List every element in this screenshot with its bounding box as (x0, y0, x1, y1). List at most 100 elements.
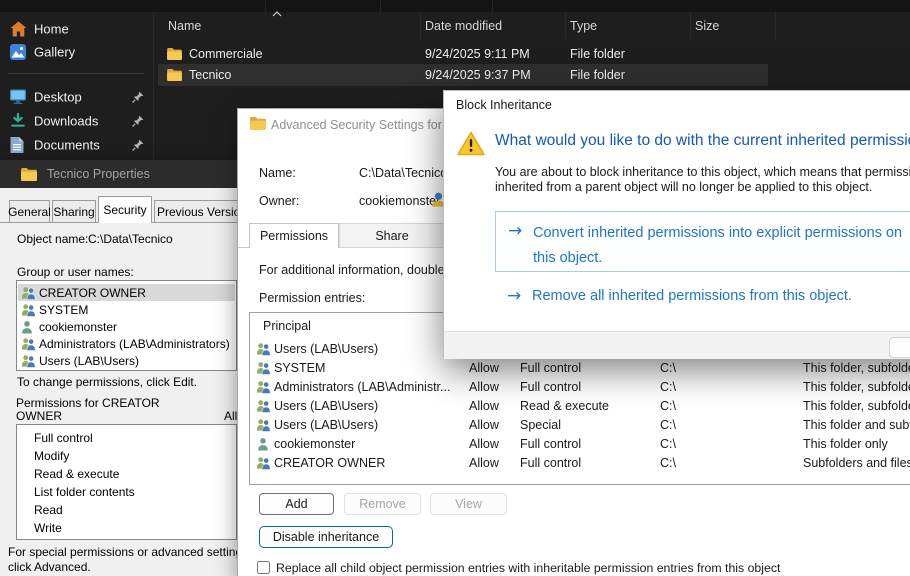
file-name: Commerciale (189, 47, 263, 61)
file-type: File folder (570, 68, 625, 82)
users-group-icon (256, 418, 271, 431)
tab-security[interactable]: Security (98, 196, 152, 223)
table-row[interactable]: Users (LAB\Users) Allow Read & execute C… (251, 396, 910, 415)
file-date: 9/24/2025 9:37 PM (425, 68, 531, 82)
block-dialog-body-line1: You are about to block inheritance to th… (495, 165, 910, 179)
permission-item[interactable]: Read (34, 503, 63, 517)
block-dialog-heading: What would you like to do with the curre… (495, 132, 910, 150)
properties-dialog: Tecnico Properties General Sharing Secur… (0, 160, 244, 576)
block-inheritance-dialog: Block Inheritance What would you like to… (443, 90, 910, 358)
table-row[interactable]: cookiemonster Allow Full control C:\ Thi… (251, 434, 910, 453)
permissions-for-label-line1: Permissions for CREATOR (16, 396, 160, 410)
file-row-commerciale[interactable]: Commerciale 9/24/2025 9:11 PM File folde… (158, 44, 768, 64)
gallery-icon (10, 44, 26, 60)
block-dialog-body-line2: inherited from a parent object will no l… (495, 180, 872, 194)
advanced-hint-line1: For special permissions or advanced sett… (8, 545, 251, 559)
table-header-principal[interactable]: Principal (263, 319, 311, 333)
table-row[interactable]: SYSTEM Allow Full control C:\ This folde… (251, 358, 910, 377)
file-date: 9/24/2025 9:11 PM (425, 47, 530, 61)
table-row[interactable]: Administrators (LAB\Administr... Allow F… (251, 377, 910, 396)
arrow-right-icon: → (507, 288, 521, 305)
list-item-administrators[interactable]: Administrators (LAB\Administrators) (18, 335, 235, 352)
users-group-icon (21, 337, 36, 350)
column-header-name[interactable]: Name (168, 19, 201, 33)
tab-share[interactable]: Share (339, 223, 445, 248)
folder-icon (21, 168, 37, 181)
users-group-icon (21, 303, 36, 316)
list-item-cookiemonster[interactable]: cookiemonster (18, 318, 235, 335)
permissions-for-label-line2: OWNER (16, 409, 62, 423)
file-name: Tecnico (189, 68, 231, 82)
folder-icon (167, 48, 182, 60)
single-user-icon (21, 320, 33, 333)
permission-item[interactable]: Read & execute (34, 467, 119, 481)
arrow-right-icon: → (508, 223, 522, 240)
table-row[interactable]: Users (LAB\Users) Allow Special C:\ This… (251, 415, 910, 434)
owner-value: cookiemonster (359, 194, 440, 208)
convert-permissions-command-link[interactable]: → Convert inherited permissions into exp… (495, 211, 910, 272)
block-dialog-title: Block Inheritance (456, 98, 552, 112)
pin-icon (132, 139, 144, 151)
file-row-tecnico[interactable]: Tecnico 9/24/2025 9:37 PM File folder (158, 64, 768, 86)
folder-icon (250, 117, 266, 130)
add-button[interactable]: Add (259, 493, 334, 515)
group-user-listbox: CREATOR OWNER SYSTEM cookiemonster Admin… (16, 280, 237, 371)
users-group-icon (21, 354, 36, 367)
desktop-icon (10, 90, 26, 105)
cancel-button[interactable]: Cancel (889, 337, 910, 358)
remove-permissions-command-link[interactable]: Remove all inherited permissions from th… (532, 288, 852, 304)
permission-item[interactable]: Write (34, 521, 62, 535)
sidebar-item-documents[interactable]: Documents (0, 134, 152, 156)
object-name-value: C:\Data\Tecnico (88, 232, 173, 246)
owner-label: Owner: (259, 194, 299, 208)
replace-child-permissions-checkbox[interactable] (257, 561, 270, 574)
users-group-icon (256, 380, 271, 393)
permission-item[interactable]: Special permissions (34, 538, 141, 540)
remove-button[interactable]: Remove (344, 493, 421, 515)
sidebar-item-home[interactable]: Home (0, 18, 152, 40)
pin-icon (132, 91, 144, 103)
view-button[interactable]: View (430, 493, 507, 515)
replace-checkbox-label: Replace all child object permission entr… (276, 561, 780, 575)
pin-icon (132, 115, 144, 127)
users-group-icon (256, 342, 271, 355)
edit-hint: To change permissions, click Edit. (17, 375, 197, 389)
disable-inheritance-button[interactable]: Disable inheritance (259, 526, 393, 548)
advanced-hint-line2: click Advanced. (8, 560, 91, 574)
name-label: Name: (259, 166, 296, 180)
sort-ascending-icon (272, 11, 282, 17)
object-name-label: Object name: (17, 232, 88, 246)
downloads-icon (10, 113, 26, 129)
tab-permissions[interactable]: Permissions (249, 223, 339, 248)
properties-title: Tecnico Properties (47, 167, 150, 181)
column-header-type[interactable]: Type (570, 19, 597, 33)
column-header-date[interactable]: Date modified (425, 19, 502, 33)
sidebar-item-gallery[interactable]: Gallery (0, 41, 152, 63)
sidebar-item-desktop[interactable]: Desktop (0, 86, 152, 108)
tab-sharing[interactable]: Sharing (52, 200, 96, 222)
folder-icon (167, 69, 182, 81)
list-item-creator-owner[interactable]: CREATOR OWNER (18, 284, 235, 301)
users-group-icon (21, 286, 36, 299)
explorer-top-strip (0, 0, 910, 12)
block-dialog-footer: Cancel (444, 331, 910, 359)
column-header-size[interactable]: Size (695, 19, 719, 33)
users-group-icon (256, 399, 271, 412)
properties-titlebar: Tecnico Properties (0, 160, 244, 188)
documents-icon (10, 137, 24, 153)
permissions-listbox: Full control Modify Read & execute List … (16, 424, 237, 540)
sidebar-item-downloads[interactable]: Downloads (0, 110, 152, 132)
permission-entries-label: Permission entries: (259, 291, 365, 305)
permission-item[interactable]: Full control (34, 431, 93, 445)
home-icon (10, 22, 27, 37)
file-type: File folder (570, 47, 625, 61)
permission-item[interactable]: List folder contents (34, 485, 135, 499)
permission-item[interactable]: Modify (34, 449, 69, 463)
screen: Name Date modified Type Size Commerciale… (0, 0, 910, 576)
list-item-users[interactable]: Users (LAB\Users) (18, 352, 235, 369)
list-item-system[interactable]: SYSTEM (18, 301, 235, 318)
sidebar-separator (8, 73, 144, 74)
name-value: C:\Data\Tecnico (359, 166, 447, 180)
tab-general[interactable]: General (9, 200, 50, 222)
table-row[interactable]: CREATOR OWNER Allow Full control C:\ Sub… (251, 453, 910, 472)
